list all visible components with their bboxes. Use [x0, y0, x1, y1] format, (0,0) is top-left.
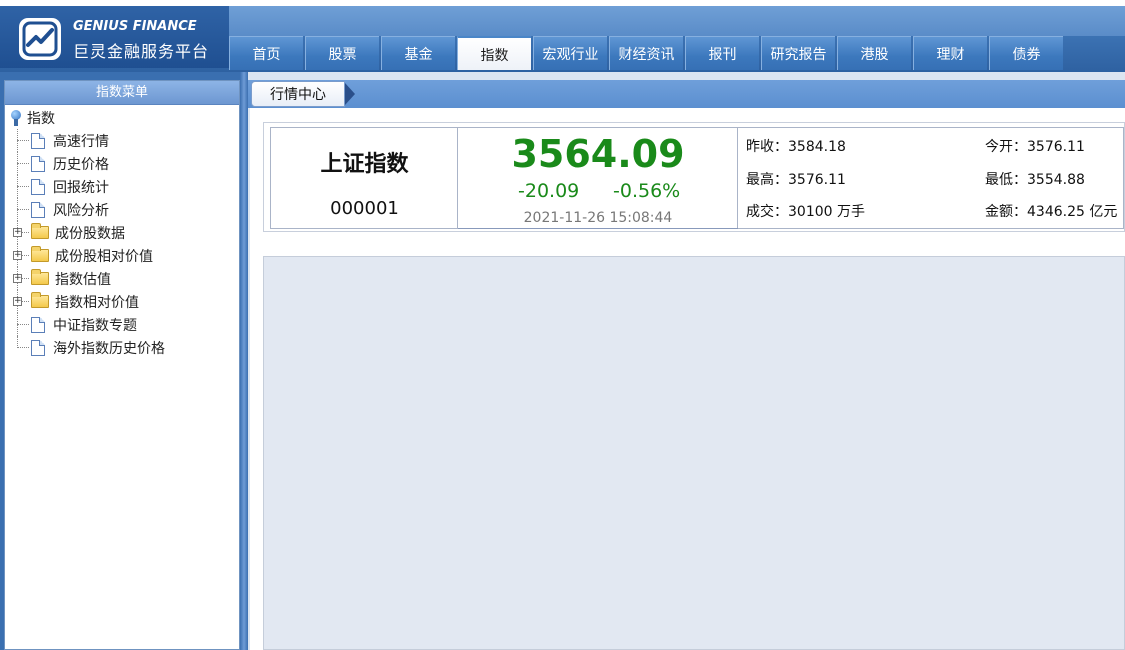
nav-tab-4[interactable]: 宏观行业: [533, 36, 607, 70]
logo-chart-icon: [19, 18, 61, 60]
price-change: -20.09: [518, 180, 580, 202]
page-icon: [31, 339, 45, 356]
tree-connector: +: [9, 290, 31, 313]
sidebar-item-4[interactable]: + 成份股数据: [9, 221, 239, 244]
header-top-strip: [229, 6, 1125, 36]
sidebar-item-label: 成份股相对价值: [55, 248, 153, 265]
left-sidebar: 指数菜单 指数 高速行情 历史价格 回报统计 风险分析 + 成份股数据 + 成份股相对价值 + 指…: [4, 80, 240, 650]
nav-tab-1[interactable]: 股票: [305, 36, 379, 70]
nav-tab-3[interactable]: 指数: [457, 36, 531, 70]
sidebar-item-label: 风险分析: [53, 202, 109, 219]
expand-plus-icon[interactable]: +: [13, 297, 22, 306]
sidebar-item-5[interactable]: + 成份股相对价值: [9, 244, 239, 267]
sidebar-item-label: 指数估值: [55, 271, 111, 288]
tree-connector: +: [9, 221, 31, 244]
quote-card: 上证指数 000001 3564.09 -20.09 -0.56% 2021-1…: [263, 122, 1125, 232]
folder-icon: [31, 292, 49, 308]
chart-placeholder-panel: [263, 256, 1125, 650]
index-root-icon: [9, 110, 23, 126]
sidebar-item-label: 历史价格: [53, 156, 109, 173]
index-code: 000001: [330, 198, 399, 219]
breadcrumb-arrow-icon: [345, 83, 355, 105]
sidebar-splitter[interactable]: [240, 72, 248, 650]
sidebar-item-2[interactable]: 回报统计: [9, 175, 239, 198]
sidebar-item-7[interactable]: + 指数相对价值: [9, 290, 239, 313]
nav-tab-0[interactable]: 首页: [229, 36, 303, 70]
brand-english: GENIUS FINANCE: [73, 19, 197, 34]
expand-plus-icon[interactable]: +: [13, 251, 22, 260]
stat-low: 最低：3554.88: [985, 172, 1085, 188]
stat-open: 今开：3576.11: [985, 139, 1085, 155]
content-panel: 上证指数 000001 3564.09 -20.09 -0.56% 2021-1…: [250, 108, 1125, 650]
nav-tab-10[interactable]: 债券: [989, 36, 1063, 70]
nav-tab-9[interactable]: 理财: [913, 36, 987, 70]
top-header: GENIUS FINANCE 巨灵金融服务平台 首页 股票 基金 指数 宏观行业 财经资讯…: [0, 0, 1125, 72]
sidebar-item-8[interactable]: 中证指数专题: [9, 313, 239, 336]
sidebar-item-label: 海外指数历史价格: [53, 340, 165, 357]
nav-tab-6[interactable]: 报刊: [685, 36, 759, 70]
tree-items: 高速行情历史价格回报统计风险分析 + 成份股数据 + 成份股相对价值 + 指数估值 + 指数相对…: [9, 129, 239, 359]
sidebar-title: 指数菜单: [5, 81, 239, 105]
folder-icon: [31, 246, 49, 262]
sidebar-item-0[interactable]: 高速行情: [9, 129, 239, 152]
main-content: 行情中心 上证指数 000001 3564.09 -20.09 -0.56% 2…: [248, 72, 1125, 650]
page-icon: [31, 201, 45, 218]
tree-connector: [9, 152, 31, 175]
expand-plus-icon[interactable]: +: [13, 228, 22, 237]
page-icon: [31, 155, 45, 172]
stats-cell: 昨收：3584.18 今开：3576.11 最高：3576.11 最低：3554…: [738, 128, 1125, 228]
folder-icon: [31, 269, 49, 285]
page-icon: [31, 316, 45, 333]
index-name: 上证指数: [320, 152, 409, 177]
page-icon: [31, 132, 45, 149]
price-change-pct: -0.56%: [613, 180, 681, 202]
stat-prev-close: 昨收：3584.18: [746, 139, 846, 155]
tree-connector: [9, 198, 31, 221]
tree-connector: [9, 175, 31, 198]
sidebar-item-1[interactable]: 历史价格: [9, 152, 239, 175]
tree-root-index[interactable]: 指数: [9, 107, 239, 129]
sidebar-item-label: 高速行情: [53, 133, 109, 150]
nav-tab-8[interactable]: 港股: [837, 36, 911, 70]
sidebar-item-label: 回报统计: [53, 179, 109, 196]
sidebar-item-label: 指数相对价值: [55, 294, 139, 311]
logo-area[interactable]: GENIUS FINANCE 巨灵金融服务平台: [0, 6, 229, 68]
tree-connector: +: [9, 244, 31, 267]
sidebar-item-6[interactable]: + 指数估值: [9, 267, 239, 290]
last-price: 3564.09: [511, 132, 685, 176]
quote-timestamp: 2021-11-26 15:08:44: [523, 210, 673, 226]
nav-tab-7[interactable]: 研究报告: [761, 36, 835, 70]
sidebar-item-label: 中证指数专题: [53, 317, 137, 334]
index-name-cell: 上证指数 000001: [271, 128, 458, 228]
nav-tab-5[interactable]: 财经资讯: [609, 36, 683, 70]
nav-tab-2[interactable]: 基金: [381, 36, 455, 70]
breadcrumb-bar: 行情中心: [248, 80, 1125, 108]
sidebar-item-3[interactable]: 风险分析: [9, 198, 239, 221]
page-icon: [31, 178, 45, 195]
tree-connector: [9, 336, 31, 359]
main-nav: 首页 股票 基金 指数 宏观行业 财经资讯 报刊 研究报告 港股 理财 债券: [229, 36, 1065, 70]
tree-connector: +: [9, 267, 31, 290]
price-cell: 3564.09 -20.09 -0.56% 2021-11-26 15:08:4…: [458, 128, 738, 228]
brand-chinese: 巨灵金融服务平台: [73, 42, 210, 61]
stat-volume: 成交：30100 万手: [746, 204, 865, 220]
breadcrumb-tab[interactable]: 行情中心: [251, 81, 345, 107]
tree-connector: [9, 129, 31, 152]
tree-connector: [9, 313, 31, 336]
folder-icon: [31, 223, 49, 239]
sidebar-item-9[interactable]: 海外指数历史价格: [9, 336, 239, 359]
stat-high: 最高：3576.11: [746, 172, 846, 188]
stat-amount: 金额：4346.25 亿元: [985, 204, 1118, 220]
tree-root-label: 指数: [27, 111, 55, 127]
sidebar-item-label: 成份股数据: [55, 225, 125, 242]
menu-tree: 指数 高速行情历史价格回报统计风险分析 + 成份股数据 + 成份股相对价值 + 指数估值 + 指…: [5, 105, 239, 359]
expand-plus-icon[interactable]: +: [13, 274, 22, 283]
